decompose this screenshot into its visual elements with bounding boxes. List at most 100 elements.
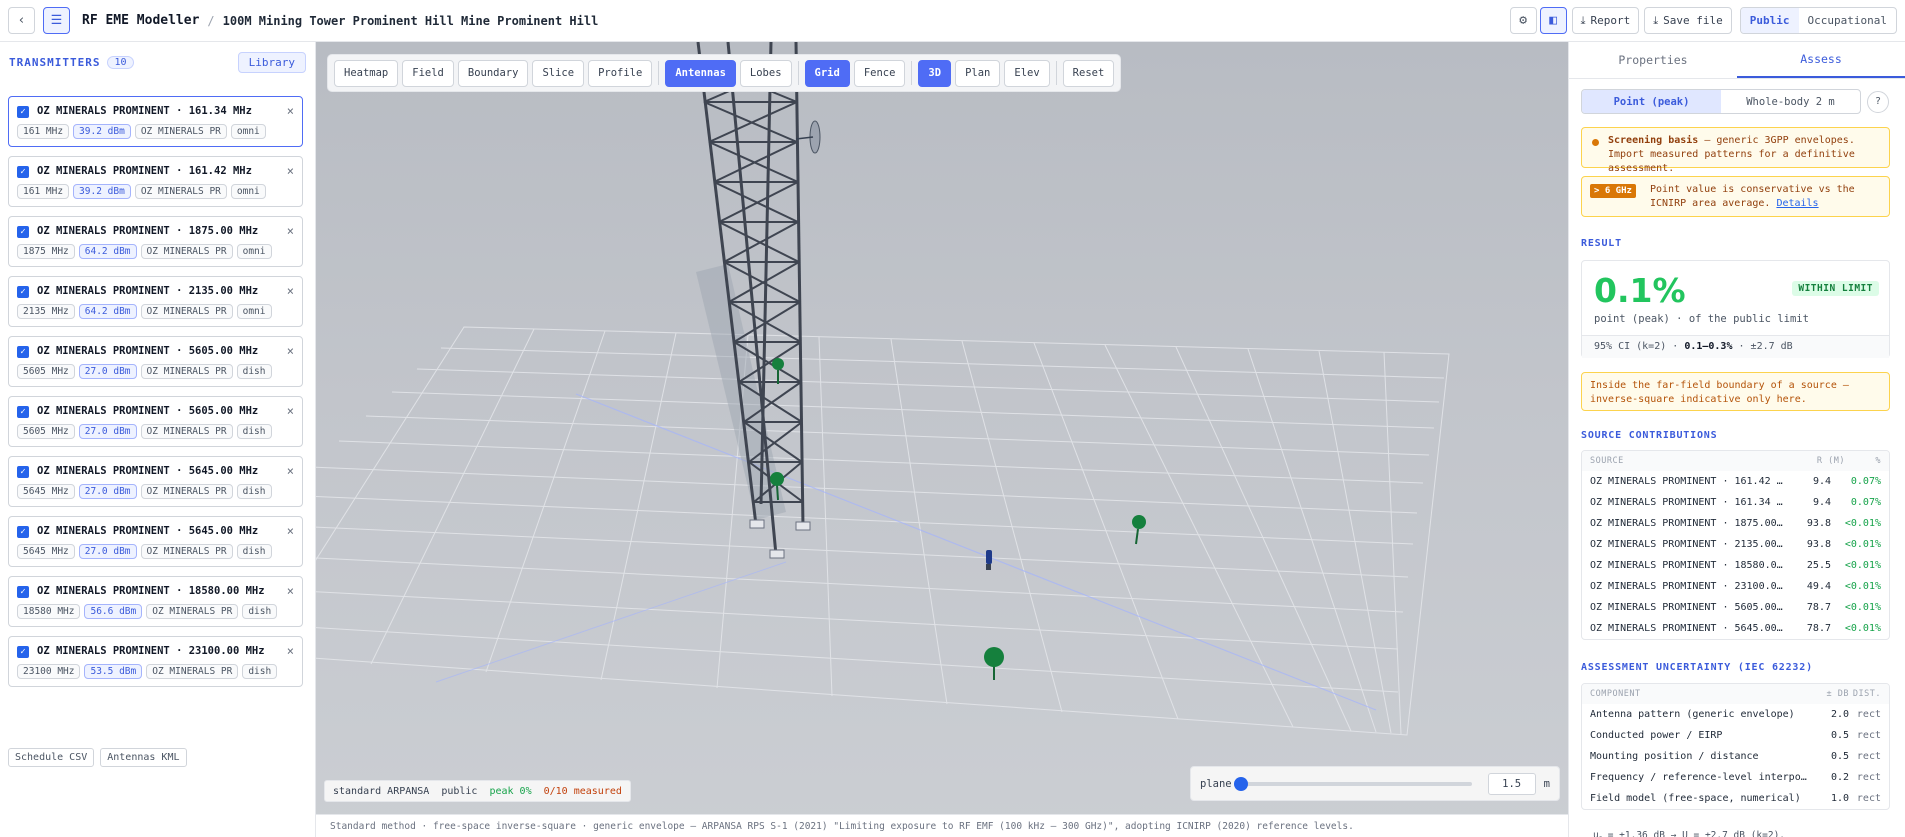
frequency-chip: 18580 MHz (17, 604, 81, 619)
schedule-csv-button[interactable]: Schedule CSV (8, 748, 95, 767)
reset-button[interactable]: Reset (1062, 59, 1115, 87)
far-field-notice: Inside the far-field boundary of a sourc… (1581, 372, 1890, 411)
remove-icon[interactable]: × (287, 584, 294, 598)
transmitter-checkbox[interactable]: ✓ (17, 586, 29, 598)
panel-toggle-button[interactable]: ◧ (1539, 7, 1567, 34)
remove-icon[interactable]: × (287, 464, 294, 478)
transmitter-card[interactable]: ✓ OZ MINERALS PROMINENT · 5605.00 MHz × 560… (8, 396, 303, 447)
view-elev-button[interactable]: Elev (1004, 59, 1050, 87)
table-row[interactable]: OZ MINERALS PROMINENT · 161.34 MHz 9.4 0.0… (1582, 492, 1889, 513)
plane-height-input[interactable]: 1.5 (1487, 772, 1536, 795)
report-button[interactable]: ⤓ Report (1571, 7, 1640, 34)
save-file-button[interactable]: ⤓ Save file (1644, 7, 1732, 34)
antennas-kml-button[interactable]: Antennas KML (100, 748, 187, 767)
remove-icon[interactable]: × (287, 404, 294, 418)
table-row[interactable]: OZ MINERALS PROMINENT · 18580.00 M… 25.5 <… (1582, 555, 1889, 576)
profile-button[interactable]: Profile (588, 59, 653, 87)
remove-icon[interactable]: × (287, 644, 294, 658)
viewport-toolbar: Heatmap Field Boundary Slice Profile Ant… (327, 54, 1122, 92)
source-name: OZ MINERALS PROMINENT · 23100.00 M… (1590, 581, 1783, 592)
breadcrumb-separator: / (207, 13, 215, 28)
marker-pin[interactable] (984, 647, 1004, 680)
view-3d-button[interactable]: 3D (918, 59, 952, 87)
transmitter-checkbox[interactable]: ✓ (17, 226, 29, 238)
transmitter-checkbox[interactable]: ✓ (17, 286, 29, 298)
tab-assess[interactable]: Assess (1737, 42, 1905, 78)
heatmap-button[interactable]: Heatmap (334, 59, 399, 87)
grid-button[interactable]: Grid (804, 59, 850, 87)
transmitter-checkbox[interactable]: ✓ (17, 526, 29, 538)
remove-icon[interactable]: × (287, 284, 294, 298)
boundary-button[interactable]: Boundary (457, 59, 529, 87)
help-button[interactable]: ? (1867, 90, 1889, 113)
transmitter-name: OZ MINERALS PROMINENT · 2135.00 MHz (37, 285, 259, 297)
plane-slider[interactable] (1233, 776, 1472, 791)
transmitter-card[interactable]: ✓ OZ MINERALS PROMINENT · 23100.00 MHz × 23… (8, 636, 303, 687)
component-name: Field model (free-space, numerical) (1590, 793, 1801, 804)
table-row[interactable]: OZ MINERALS PROMINENT · 1875.00 MHz 93.8 <… (1582, 513, 1889, 534)
plane-slider-handle[interactable] (1233, 776, 1248, 791)
transmitter-checkbox[interactable]: ✓ (17, 406, 29, 418)
download-icon: ⤓ (1580, 13, 1586, 27)
transmitter-checkbox[interactable]: ✓ (17, 166, 29, 178)
component-dist: rect (1856, 730, 1881, 741)
table-header: SOURCE R (M) % (1582, 451, 1889, 471)
back-button[interactable]: ‹ (8, 7, 35, 34)
field-button[interactable]: Field (402, 59, 454, 87)
transmitter-card[interactable]: ✓ OZ MINERALS PROMINENT · 2135.00 MHz × 213… (8, 276, 303, 327)
antenna-type-chip: dish (236, 424, 272, 439)
antenna-type-chip: dish (236, 484, 272, 499)
mode-point-peak[interactable]: Point (peak) (1582, 90, 1721, 113)
marker-pin[interactable] (1132, 515, 1146, 545)
result-subtitle: point (peak) · of the public limit (1594, 313, 1809, 325)
plane-label: plane (1200, 777, 1232, 790)
mode-public[interactable]: Public (1740, 8, 1799, 33)
details-link[interactable]: Details (1776, 198, 1818, 209)
menu-button[interactable]: ☰ (43, 7, 70, 34)
transmitter-checkbox[interactable]: ✓ (17, 646, 29, 658)
lobes-button[interactable]: Lobes (739, 59, 792, 87)
tab-properties[interactable]: Properties (1569, 42, 1737, 78)
mode-occupational[interactable]: Occupational (1799, 8, 1896, 33)
remove-icon[interactable]: × (287, 224, 294, 238)
remove-icon[interactable]: × (287, 104, 294, 118)
table-row[interactable]: OZ MINERALS PROMINENT · 2135.00 MHz 93.8 <… (1582, 534, 1889, 555)
library-button[interactable]: Library (237, 52, 306, 73)
table-row: Conducted power / EIRP 0.5 rect (1582, 725, 1889, 746)
transmitter-checkbox[interactable]: ✓ (17, 466, 29, 478)
transmitter-card[interactable]: ✓ OZ MINERALS PROMINENT · 5605.00 MHz × 560… (8, 336, 303, 387)
table-row[interactable]: OZ MINERALS PROMINENT · 23100.00 M… 49.4 <… (1582, 576, 1889, 597)
project-name[interactable]: 100M Mining Tower Prominent Hill Mine Pr… (223, 14, 599, 28)
site-chip: OZ MINERALS PR (140, 304, 233, 319)
transmitter-checkbox[interactable]: ✓ (17, 106, 29, 118)
transmitter-card[interactable]: ✓ OZ MINERALS PROMINENT · 5645.00 MHz × 564… (8, 516, 303, 567)
mode-whole-body[interactable]: Whole-body 2 m (1721, 90, 1860, 113)
ghz-text: Point value is conservative vs the ICNIR… (1650, 184, 1855, 209)
fence-button[interactable]: Fence (853, 59, 906, 87)
boundary-line (435, 561, 787, 683)
scene-canvas[interactable] (316, 42, 1568, 837)
antennas-button[interactable]: Antennas (665, 59, 736, 87)
transmitter-card[interactable]: ✓ OZ MINERALS PROMINENT · 1875.00 MHz × 187… (8, 216, 303, 267)
viewport-status: standard ARPANSA public peak 0% 0/10 mea… (324, 780, 631, 802)
table-row[interactable]: OZ MINERALS PROMINENT · 5645.00 MHz 78.7 <… (1582, 618, 1889, 639)
remove-icon[interactable]: × (287, 344, 294, 358)
remove-icon[interactable]: × (287, 524, 294, 538)
site-chip: OZ MINERALS PR (134, 184, 227, 199)
view-plan-button[interactable]: Plan (955, 59, 1001, 87)
transmitter-card[interactable]: ✓ OZ MINERALS PROMINENT · 18580.00 MHz × 18… (8, 576, 303, 627)
table-row[interactable]: OZ MINERALS PROMINENT · 5605.00 MHz 78.7 <… (1582, 597, 1889, 618)
settings-button[interactable]: ⚙ (1509, 7, 1537, 34)
transmitter-card[interactable]: ✓ OZ MINERALS PROMINENT · 161.42 MHz × 161 … (8, 156, 303, 207)
power-chip: 27.0 dBm (78, 364, 137, 379)
transmitter-card[interactable]: ✓ OZ MINERALS PROMINENT · 161.34 MHz × 161 … (8, 96, 303, 147)
transmitter-checkbox[interactable]: ✓ (17, 346, 29, 358)
slice-button[interactable]: Slice (532, 59, 585, 87)
frequency-chip: 5645 MHz (17, 544, 75, 559)
table-row[interactable]: OZ MINERALS PROMINENT · 161.42 MHz 9.4 0.0… (1582, 471, 1889, 492)
result-heading: RESULT (1581, 238, 1622, 249)
transmitter-card[interactable]: ✓ OZ MINERALS PROMINENT · 5645.00 MHz × 564… (8, 456, 303, 507)
remove-icon[interactable]: × (287, 164, 294, 178)
3d-viewport[interactable]: Heatmap Field Boundary Slice Profile Ant… (316, 42, 1568, 837)
source-name: OZ MINERALS PROMINENT · 5645.00 MHz (1590, 623, 1783, 634)
